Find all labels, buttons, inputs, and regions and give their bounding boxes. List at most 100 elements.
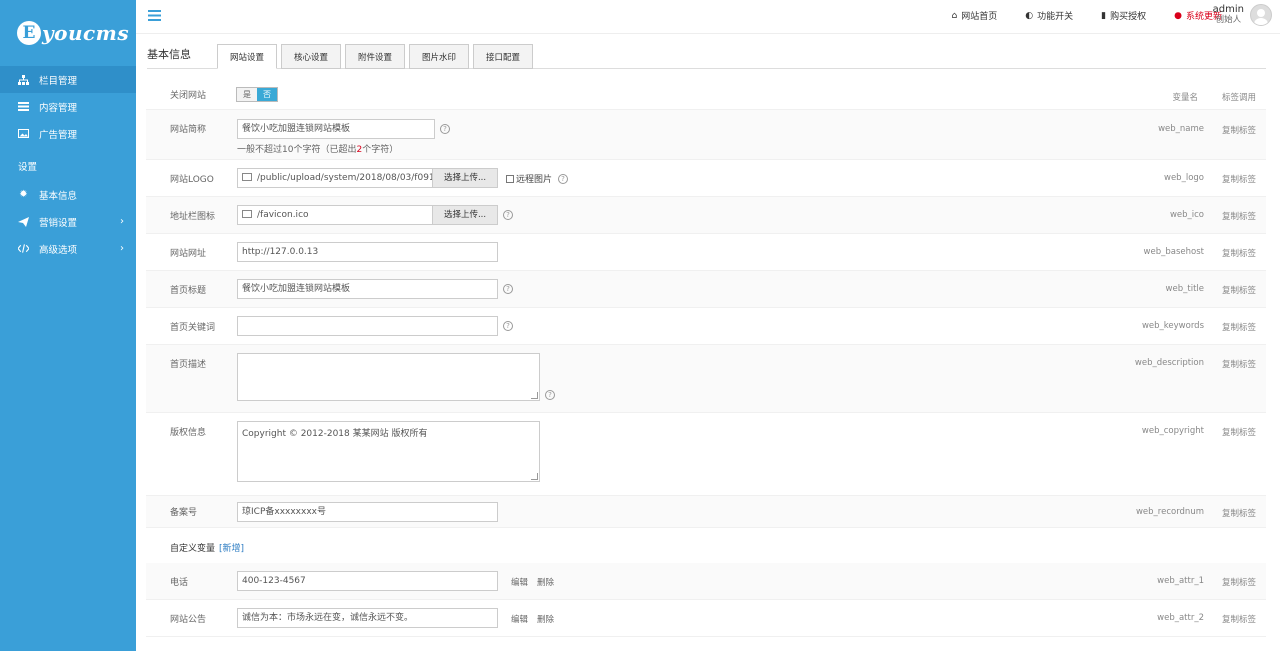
help-icon[interactable]: ? bbox=[440, 124, 450, 134]
tab-site-settings[interactable]: 网站设置 bbox=[217, 44, 277, 69]
var-name: web_keywords bbox=[1141, 321, 1204, 331]
web-description-textarea[interactable] bbox=[237, 353, 540, 401]
alert-icon: ● bbox=[1174, 10, 1182, 21]
send-icon bbox=[18, 216, 29, 227]
sidebar-item-label: 高级选项 bbox=[39, 244, 78, 256]
menu-toggle-icon[interactable] bbox=[148, 9, 161, 23]
row-web-recordnum: 备案号 琼ICP备xxxxxxxx号 web_recordnum 复制标签 bbox=[146, 496, 1266, 528]
web-recordnum-input[interactable]: 琼ICP备xxxxxxxx号 bbox=[237, 502, 498, 522]
help-icon[interactable]: ? bbox=[558, 174, 568, 184]
settings-form: 关闭网站 是 否 变量名 标签调用 网站简称 餐饮小吃加盟连锁网站模板 ? 一般… bbox=[146, 77, 1266, 637]
var-name: web_attr_1 bbox=[1157, 576, 1204, 586]
delete-link[interactable]: 删除 bbox=[537, 613, 554, 625]
checkbox-box[interactable] bbox=[506, 174, 514, 183]
help-icon[interactable]: ? bbox=[503, 321, 513, 331]
tab-core-settings[interactable]: 核心设置 bbox=[281, 44, 341, 69]
custom-vars-header: 自定义变量 [新增] bbox=[146, 528, 1266, 563]
ico-upload-button[interactable]: 选择上传... bbox=[432, 205, 498, 225]
resize-handle[interactable] bbox=[531, 473, 538, 480]
topbar: ⌂ 网站首页 ◐ 功能开关 ▮ 购买授权 ● 系统更新 admin 创始人 bbox=[136, 0, 1280, 34]
copy-tag-link[interactable]: 复制标签 bbox=[1222, 426, 1256, 438]
var-name: web_recordnum bbox=[1135, 507, 1204, 517]
sidebar-item-label: 基本信息 bbox=[39, 190, 78, 202]
sidebar-item-advanced[interactable]: 高级选项 › bbox=[0, 235, 136, 262]
top-link-label: 购买授权 bbox=[1110, 12, 1147, 22]
sidebar-item-columns[interactable]: 栏目管理 bbox=[0, 66, 136, 93]
web-copyright-textarea[interactable]: Copyright © 2012-2018 某某网站 版权所有 bbox=[237, 421, 540, 482]
close-site-toggle[interactable]: 是 否 bbox=[236, 87, 278, 102]
attr-2-input[interactable]: 诚信为本：市场永远在变，诚信永远不变。 bbox=[237, 608, 498, 628]
sidebar-item-label: 栏目管理 bbox=[39, 75, 78, 87]
web-ico-input[interactable]: /favicon.ico bbox=[237, 205, 433, 225]
help-icon[interactable]: ? bbox=[545, 390, 555, 400]
tabs-row: 基本信息 网站设置 核心设置 附件设置 图片水印 接口配置 bbox=[147, 44, 1266, 69]
edit-link[interactable]: 编辑 bbox=[511, 613, 528, 625]
custom-vars-label: 自定义变量 [新增] bbox=[170, 541, 244, 554]
copy-tag-link[interactable]: 复制标签 bbox=[1222, 613, 1256, 625]
chevron-right-icon: › bbox=[120, 243, 124, 254]
checkbox-label: 远程图片 bbox=[516, 175, 553, 185]
copy-tag-link[interactable]: 复制标签 bbox=[1222, 576, 1256, 588]
copy-tag-link[interactable]: 复制标签 bbox=[1222, 173, 1256, 185]
web-logo-input[interactable]: /public/upload/system/2018/08/03/f091ci bbox=[237, 168, 433, 188]
avatar[interactable] bbox=[1250, 4, 1272, 26]
web-name-input[interactable]: 餐饮小吃加盟连锁网站模板 bbox=[237, 119, 435, 139]
edit-link[interactable]: 编辑 bbox=[511, 576, 528, 588]
toggle-yes[interactable]: 是 bbox=[237, 88, 257, 101]
top-link-license[interactable]: ▮ 购买授权 bbox=[1101, 9, 1147, 23]
var-name: web_ico bbox=[1169, 210, 1204, 220]
row-web-logo: 网站LOGO /public/upload/system/2018/08/03/… bbox=[146, 160, 1266, 197]
copy-tag-link[interactable]: 复制标签 bbox=[1222, 210, 1256, 222]
attr-1-input[interactable]: 400-123-4567 bbox=[237, 571, 498, 591]
copy-tag-link[interactable]: 复制标签 bbox=[1222, 124, 1256, 136]
user-menu[interactable]: admin 创始人 bbox=[1213, 4, 1272, 26]
textarea-value: Copyright © 2012-2018 某某网站 版权所有 bbox=[242, 429, 428, 439]
field-label: 备案号 bbox=[170, 508, 198, 518]
copy-tag-link[interactable]: 复制标签 bbox=[1222, 321, 1256, 333]
web-keywords-input[interactable] bbox=[237, 316, 498, 336]
row-attr-2: 网站公告 诚信为本：市场永远在变，诚信永远不变。 编辑 删除 web_attr_… bbox=[146, 600, 1266, 637]
resize-handle[interactable] bbox=[531, 392, 538, 399]
sidebar-item-marketing[interactable]: 营销设置 › bbox=[0, 208, 136, 235]
row-web-basehost: 网站网址 http://127.0.0.13 web_basehost 复制标签 bbox=[146, 234, 1266, 271]
copy-tag-link[interactable]: 复制标签 bbox=[1222, 284, 1256, 296]
toggle-icon: ◐ bbox=[1025, 10, 1034, 21]
field-label: 网站网址 bbox=[170, 249, 207, 259]
remote-image-checkbox[interactable]: 远程图片 bbox=[506, 172, 552, 185]
row-attr-1: 电话 400-123-4567 编辑 删除 web_attr_1 复制标签 bbox=[146, 563, 1266, 600]
sidebar-section-settings: 设置 bbox=[18, 162, 38, 173]
logo-upload-button[interactable]: 选择上传... bbox=[432, 168, 498, 188]
toggle-no[interactable]: 否 bbox=[257, 88, 277, 101]
tab-api-config[interactable]: 接口配置 bbox=[473, 44, 533, 69]
hint-pre: 一般不超过10个字符（已超出 bbox=[237, 145, 357, 155]
top-link-home[interactable]: ⌂ 网站首页 bbox=[952, 9, 998, 23]
hint-post: 个字符） bbox=[362, 145, 399, 155]
header-var-name: 变量名 bbox=[1172, 93, 1198, 103]
code-icon bbox=[18, 243, 29, 254]
copy-tag-link[interactable]: 复制标签 bbox=[1222, 507, 1256, 519]
add-custom-var-link[interactable]: [新增] bbox=[219, 544, 244, 554]
chevron-right-icon: › bbox=[120, 216, 124, 227]
page-title: 基本信息 bbox=[147, 48, 191, 61]
sidebar-item-ads[interactable]: 广告管理 bbox=[0, 120, 136, 147]
sidebar-item-content[interactable]: 内容管理 bbox=[0, 93, 136, 120]
help-icon[interactable]: ? bbox=[503, 284, 513, 294]
tab-watermark[interactable]: 图片水印 bbox=[409, 44, 469, 69]
bookmark-icon: ▮ bbox=[1101, 10, 1107, 21]
tab-attachment-settings[interactable]: 附件设置 bbox=[345, 44, 405, 69]
var-name: web_title bbox=[1165, 284, 1204, 294]
copy-tag-link[interactable]: 复制标签 bbox=[1222, 247, 1256, 259]
top-link-label: 功能开关 bbox=[1037, 12, 1074, 22]
logo[interactable]: E youcms bbox=[0, 0, 136, 66]
top-link-features[interactable]: ◐ 功能开关 bbox=[1025, 9, 1074, 23]
delete-link[interactable]: 删除 bbox=[537, 576, 554, 588]
user-role: 创始人 bbox=[1215, 15, 1242, 25]
list-icon bbox=[18, 101, 29, 112]
web-basehost-input[interactable]: http://127.0.0.13 bbox=[237, 242, 498, 262]
sidebar-item-basic-info[interactable]: ✹ 基本信息 bbox=[0, 181, 136, 208]
var-name: web_copyright bbox=[1141, 426, 1204, 436]
help-icon[interactable]: ? bbox=[503, 210, 513, 220]
web-title-input[interactable]: 餐饮小吃加盟连锁网站模板 bbox=[237, 279, 498, 299]
field-label: 首页关键词 bbox=[170, 323, 216, 333]
copy-tag-link[interactable]: 复制标签 bbox=[1222, 358, 1256, 370]
